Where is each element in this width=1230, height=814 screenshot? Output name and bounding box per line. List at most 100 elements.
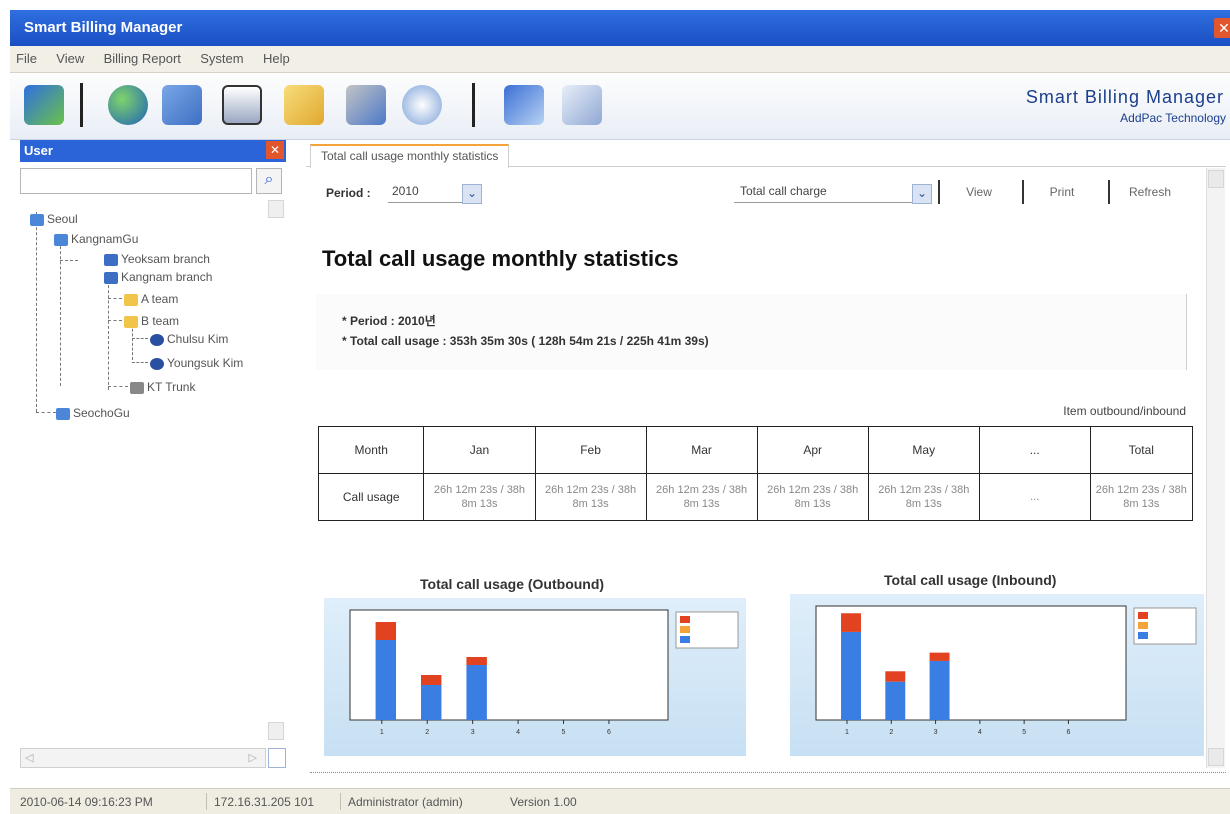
- scroll-down-icon[interactable]: [1208, 748, 1224, 766]
- tab-strip: Total call usage monthly statistics: [306, 142, 1226, 168]
- print-button[interactable]: Print: [1022, 180, 1100, 204]
- scroll-up-icon[interactable]: [1208, 170, 1224, 188]
- menu-bar: File View Billing Report System Help: [10, 46, 1230, 73]
- chevron-down-icon[interactable]: ⌄: [462, 184, 482, 204]
- x-tick-label: 6: [1066, 729, 1070, 736]
- computer-icon: [104, 253, 118, 266]
- x-tick-label: 3: [934, 729, 938, 736]
- menu-billing-report[interactable]: Billing Report: [104, 51, 181, 66]
- tree-vertical-scrollbar[interactable]: [268, 200, 284, 740]
- tree-node-yeoksam-branch[interactable]: Yeoksam branch: [104, 252, 210, 266]
- report-vertical-scrollbar[interactable]: [1206, 168, 1225, 768]
- tree-node-seoul[interactable]: Seoul: [30, 212, 78, 226]
- users-network-icon[interactable]: [162, 85, 202, 125]
- period-select[interactable]: 2010: [388, 184, 464, 203]
- search-icon[interactable]: ⌕: [256, 168, 282, 194]
- globe-icon[interactable]: [108, 85, 148, 125]
- user-search-input[interactable]: [20, 168, 252, 194]
- plot-area: [815, 605, 1127, 721]
- table-cell: 26h 12m 23s / 38h 8m 13s: [867, 473, 980, 521]
- close-icon[interactable]: ✕: [266, 141, 284, 159]
- menu-help[interactable]: Help: [263, 51, 290, 66]
- close-icon[interactable]: ✕: [1214, 18, 1230, 38]
- table-cell: 26h 12m 23s / 38h 8m 13s: [1089, 473, 1194, 521]
- scroll-up-icon[interactable]: [268, 200, 284, 218]
- tree-node-b-team[interactable]: B team: [124, 314, 179, 328]
- status-divider: [206, 793, 207, 810]
- person-icon: [150, 333, 164, 346]
- window-title: Smart Billing Manager: [24, 19, 183, 36]
- table-header: Total: [1089, 426, 1194, 474]
- tree-node-youngsuk-kim[interactable]: Youngsuk Kim: [150, 356, 243, 370]
- plot-area: [349, 609, 669, 721]
- menu-file[interactable]: File: [16, 51, 37, 66]
- scroll-left-icon[interactable]: ◁: [25, 751, 33, 764]
- user-panel-title: User: [24, 143, 53, 158]
- bar-segment: [929, 660, 950, 720]
- tree-node-kt-trunk[interactable]: KT Trunk: [130, 380, 195, 394]
- scroll-down-icon[interactable]: [268, 722, 284, 740]
- folder-open-icon[interactable]: [284, 85, 324, 125]
- bar-segment: [841, 613, 861, 632]
- inbound-chart: 1 2 3 4 5 6: [790, 594, 1204, 756]
- table-header: Month: [317, 426, 425, 474]
- title-bar: Smart Billing Manager ✕: [10, 10, 1230, 46]
- table-header: Apr: [756, 426, 869, 474]
- trunk-icon: [130, 381, 144, 394]
- x-tick-label: 5: [1022, 729, 1026, 736]
- period-label: Period :: [326, 186, 371, 200]
- table-cell: ...: [978, 473, 1091, 521]
- menu-view[interactable]: View: [56, 51, 84, 66]
- toolbar-separator: [472, 83, 475, 127]
- badge-clock-icon[interactable]: [402, 85, 442, 125]
- tree-node-a-team[interactable]: A team: [124, 292, 178, 306]
- tree-node-chulsu-kim[interactable]: Chulsu Kim: [150, 332, 228, 346]
- table-header: ...: [978, 426, 1091, 474]
- legend-swatch: [1138, 622, 1148, 629]
- scroll-right-icon[interactable]: ▷: [249, 751, 257, 764]
- edit-icon[interactable]: [504, 85, 544, 125]
- tree-node-kangnam-branch[interactable]: Kangnam branch: [104, 270, 212, 284]
- table-header: Mar: [645, 426, 758, 474]
- usage-summary: * Total call usage : 353h 35m 30s ( 128h…: [342, 334, 709, 348]
- legend-swatch: [680, 636, 690, 643]
- x-tick-label: 2: [425, 729, 429, 736]
- bar-segment: [929, 652, 950, 661]
- table-row-label: Call usage: [317, 473, 425, 521]
- divider: [310, 772, 1226, 773]
- x-tick-label: 3: [471, 729, 475, 736]
- table-cell: 26h 12m 23s / 38h 8m 13s: [534, 473, 647, 521]
- tab-total-call-usage[interactable]: Total call usage monthly statistics: [310, 144, 510, 168]
- metric-select[interactable]: Total call charge: [734, 184, 914, 203]
- settings-icon[interactable]: [562, 85, 602, 125]
- bar-segment: [375, 640, 397, 720]
- network-icon: [30, 213, 44, 226]
- view-button[interactable]: View: [938, 180, 1018, 204]
- x-tick-label: 4: [978, 729, 982, 736]
- tree-node-kangnamgu[interactable]: KangnamGu: [54, 232, 138, 246]
- printer-icon[interactable]: [222, 85, 262, 125]
- menu-system[interactable]: System: [200, 51, 243, 66]
- x-tick-label: 6: [607, 729, 611, 736]
- toolbar-separator: [80, 83, 83, 127]
- bar-segment: [375, 622, 397, 640]
- legend-swatch: [1138, 632, 1148, 639]
- user-tree: Seoul KangnamGu Yeoksam branch Kangnam b…: [20, 198, 286, 738]
- network-icon[interactable]: [24, 85, 64, 125]
- chevron-down-icon[interactable]: ⌄: [912, 184, 932, 204]
- table-cell: 26h 12m 23s / 38h 8m 13s: [756, 473, 869, 521]
- status-bar: 2010-06-14 09:16:23 PM 172.16.31.205 101…: [10, 788, 1230, 814]
- network-icon: [54, 233, 68, 246]
- person-icon: [150, 357, 164, 370]
- tree-node-seochogu[interactable]: SeochoGu: [56, 406, 130, 420]
- tree-horizontal-scrollbar[interactable]: ◁ ▷: [20, 748, 266, 768]
- bar-segment: [466, 657, 487, 665]
- refresh-button[interactable]: Refresh: [1108, 180, 1190, 204]
- status-datetime: 2010-06-14 09:16:23 PM: [20, 795, 153, 809]
- status-ip: 172.16.31.205 101: [214, 795, 315, 809]
- status-divider: [340, 793, 341, 810]
- x-tick-label: 4: [516, 729, 520, 736]
- users-icon[interactable]: [346, 85, 386, 125]
- status-user: Administrator (admin): [348, 795, 463, 809]
- period-summary: * Period : 2010년: [342, 314, 436, 328]
